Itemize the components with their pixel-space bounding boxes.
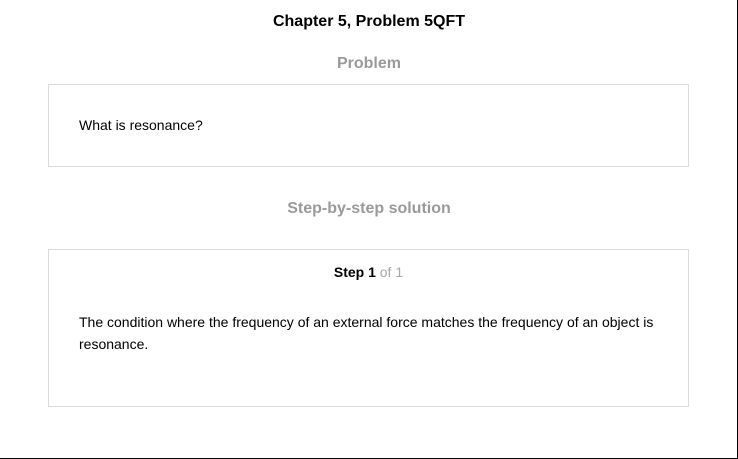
problem-heading: Problem xyxy=(336,55,401,72)
problem-card: What is resonance? xyxy=(48,84,689,167)
step-indicator: Step 1 of 1 xyxy=(49,263,688,281)
problem-text: What is resonance? xyxy=(79,117,203,133)
page-title: Chapter 5, Problem 5QFT xyxy=(272,13,466,30)
solution-heading: Step-by-step solution xyxy=(287,200,451,217)
solution-text: The condition where the frequency of an … xyxy=(79,314,654,352)
step-total: of 1 xyxy=(375,264,404,280)
solution-card: Step 1 of 1 The condition where the freq… xyxy=(48,249,689,407)
step-number: Step 1 xyxy=(333,264,376,280)
